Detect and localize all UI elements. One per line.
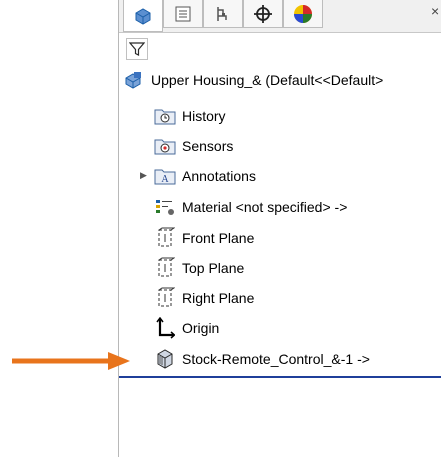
tree-item-stock-remote-control[interactable]: Stock-Remote_Control_&-1 -> <box>154 345 370 373</box>
sensors-folder-icon <box>154 135 176 157</box>
filter-button[interactable] <box>126 38 148 60</box>
close-icon[interactable]: × <box>431 3 439 19</box>
filter-icon <box>129 42 145 56</box>
annotations-folder-icon: A <box>154 165 176 187</box>
tree-item-material[interactable]: Material <not specified> -> <box>154 193 347 221</box>
tab-dimxpert[interactable] <box>243 0 283 28</box>
pointer-arrow-icon <box>12 352 130 370</box>
expand-arrow-icon[interactable]: ▶ <box>140 170 147 181</box>
tab-feature-manager[interactable] <box>123 0 163 32</box>
svg-text:A: A <box>161 174 169 185</box>
part-icon <box>123 69 145 91</box>
tree-item-front-plane[interactable]: Front Plane <box>154 224 254 252</box>
manager-tab-strip: × <box>119 0 441 33</box>
tree-item-label: Sensors <box>182 138 234 154</box>
tree-item-label: History <box>182 108 226 124</box>
tree-item-right-plane[interactable]: Right Plane <box>154 284 254 312</box>
tree-item-top-plane[interactable]: Top Plane <box>154 254 244 282</box>
tree-item-sensors[interactable]: Sensors <box>154 132 233 160</box>
list-icon <box>175 6 191 21</box>
tree-item-history[interactable]: History <box>154 102 226 130</box>
part-icon <box>135 7 151 25</box>
plane-icon <box>154 227 176 249</box>
plane-icon <box>154 287 176 309</box>
tree-root-upper-housing[interactable]: Upper Housing_& (Default<<Default> <box>123 66 383 94</box>
tree-item-annotations[interactable]: A Annotations <box>154 162 256 190</box>
rollback-bar[interactable] <box>119 376 441 378</box>
tree-item-label: Material <not specified> -> <box>182 199 348 215</box>
plane-icon <box>154 257 176 279</box>
color-pie-icon <box>294 4 312 23</box>
material-icon <box>154 196 176 218</box>
tab-configuration-manager[interactable] <box>203 0 243 28</box>
config-icon <box>217 6 227 21</box>
tab-property-manager[interactable] <box>163 0 203 28</box>
tree-item-label: Top Plane <box>182 260 245 276</box>
tree-item-label: Front Plane <box>182 230 255 246</box>
tree-root-label: Upper Housing_& (Default<<Default> <box>151 72 384 88</box>
filter-row <box>119 33 441 65</box>
tree-item-origin[interactable]: Origin <box>154 314 219 342</box>
tab-display-manager[interactable] <box>283 0 323 28</box>
tree-item-label: Stock-Remote_Control_&-1 -> <box>182 351 370 367</box>
tree-item-label: Right Plane <box>182 290 255 306</box>
crosshair-icon <box>254 4 272 23</box>
history-folder-icon <box>154 105 176 127</box>
origin-icon <box>154 317 176 339</box>
feature-manager-panel: × Upper Housing_& (Default<<Default> His… <box>118 0 441 457</box>
derived-part-icon <box>154 348 176 370</box>
tree-item-label: Annotations <box>182 168 256 184</box>
tree-item-label: Origin <box>182 320 220 336</box>
